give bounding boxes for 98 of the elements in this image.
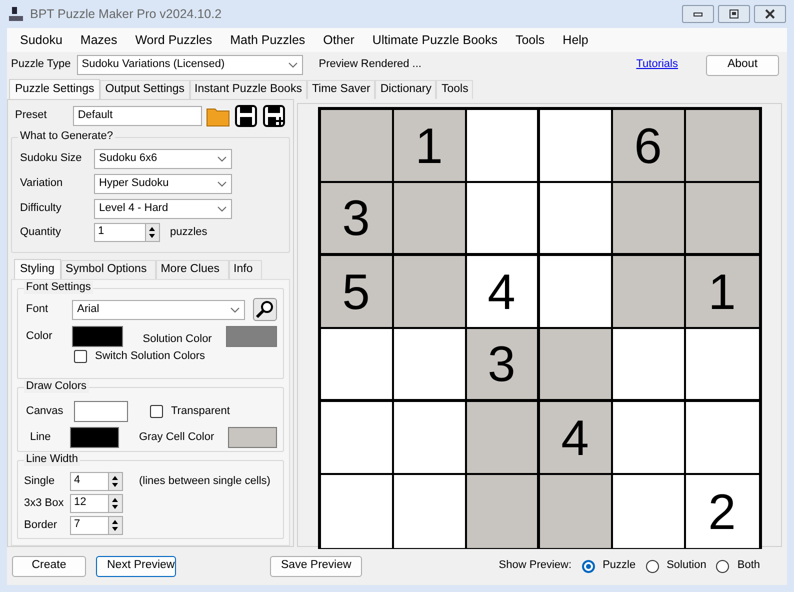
radio-label: Puzzle (602, 559, 636, 573)
tab[interactable]: Styling (14, 259, 61, 279)
grid-cell: 2 (686, 475, 758, 548)
number-field[interactable]: 4 (70, 472, 123, 492)
field-label: 3x3 Box (24, 497, 65, 510)
tab[interactable]: Puzzle Settings (9, 79, 100, 99)
color-swatch[interactable] (72, 326, 123, 347)
close-button[interactable] (754, 5, 786, 23)
group-title: Draw Colors (24, 380, 89, 394)
grid-cell: 1 (394, 110, 466, 183)
grid-cell: 3 (320, 183, 394, 256)
show-preview-label: Show Preview: (498, 559, 572, 573)
preset-label: Preset (15, 109, 48, 123)
spin-arrows-icon[interactable] (108, 495, 122, 512)
chevron-icon (217, 206, 227, 212)
close-icon (763, 8, 777, 20)
tab[interactable]: Info (228, 260, 262, 279)
grid-cell: 5 (320, 256, 394, 329)
menu-item[interactable]: Tools (506, 32, 554, 48)
radio-button[interactable] (716, 560, 730, 572)
field-label: Color (26, 330, 54, 344)
grid-cell: 4 (466, 256, 540, 329)
tab[interactable]: Time Saver (306, 80, 376, 99)
dropdown[interactable]: Level 4 - Hard (94, 199, 232, 219)
save-icon[interactable] (234, 105, 258, 127)
menu-item[interactable]: Help (554, 32, 598, 48)
preset-field[interactable]: Default (72, 106, 202, 126)
tutorials-link[interactable]: Tutorials (636, 58, 678, 72)
tab[interactable]: Instant Puzzle Books (190, 80, 307, 99)
unit-label: puzzles (170, 226, 208, 240)
menu-item[interactable]: Ultimate Puzzle Books (363, 32, 506, 48)
field-label: Font (26, 302, 50, 316)
number-field[interactable]: 12 (70, 494, 123, 514)
color-swatch[interactable] (74, 401, 128, 422)
quantity-label: Quantity (20, 226, 62, 240)
field-label: Single (24, 475, 56, 488)
radio-label: Both (737, 559, 760, 573)
field-label: Canvas (26, 405, 64, 418)
next-preview-button[interactable]: Next Preview (96, 556, 176, 576)
field-label: Variation (20, 177, 64, 191)
menu-item[interactable]: Math Puzzles (221, 32, 314, 48)
create-button[interactable]: Create (12, 556, 86, 576)
checkbox[interactable] (150, 405, 163, 418)
spin-arrows-icon[interactable] (108, 517, 122, 534)
tab[interactable]: Tools (436, 80, 474, 99)
save-preview-button[interactable]: Save Preview (270, 556, 362, 576)
field-label: Line (29, 431, 52, 444)
field-label: Solution Color (142, 332, 212, 346)
spin-arrows-icon[interactable] (145, 224, 159, 241)
color-swatch[interactable] (228, 427, 277, 448)
grid-cell: 4 (540, 402, 612, 475)
spin-arrows-icon[interactable] (108, 473, 122, 490)
window-title: BPT Puzzle Maker Pro v2024.10.2 (30, 6, 222, 22)
checkbox[interactable] (74, 350, 87, 364)
menu-item[interactable]: Other (314, 32, 364, 48)
puzzle-type-dropdown[interactable]: Sudoku Variations (Licensed) (76, 55, 303, 75)
quantity-field[interactable]: 1 (94, 223, 160, 242)
tab[interactable]: More Clues (156, 260, 229, 279)
grid-cell: 6 (612, 110, 686, 183)
color-swatch[interactable] (70, 427, 119, 448)
menu-item[interactable]: Mazes (71, 32, 126, 48)
minimize-button[interactable] (682, 5, 714, 23)
field-label: Sudoku Size (20, 152, 83, 166)
field-label: Border (24, 519, 58, 532)
save-as-icon[interactable] (262, 105, 286, 127)
chevron-icon (230, 306, 240, 312)
about-button[interactable]: About (706, 54, 779, 76)
chevron-icon (217, 181, 227, 187)
status-text: Preview Rendered ... (318, 58, 422, 72)
checkbox-label: Switch Solution Colors (95, 350, 206, 364)
field-label: Gray Cell Color (138, 431, 214, 444)
grid-cell: 1 (686, 256, 758, 329)
checkbox-label: Transparent (171, 405, 230, 418)
group-title: Line Width (24, 453, 80, 466)
radio-button[interactable] (646, 560, 659, 572)
chevron-icon (288, 62, 298, 68)
radio-label: Solution (666, 559, 706, 573)
tab[interactable]: Dictionary (375, 80, 436, 99)
app-logo-icon (8, 6, 24, 22)
search-icon[interactable] (253, 298, 277, 321)
tab[interactable]: Output Settings (100, 80, 190, 99)
chevron-icon (217, 156, 227, 162)
radio-button[interactable] (582, 560, 595, 572)
color-swatch[interactable] (226, 326, 277, 347)
grid-cell: 3 (466, 329, 540, 402)
menu-item[interactable]: Sudoku (11, 32, 72, 48)
puzzle-type-label: Puzzle Type (11, 58, 71, 72)
hint-text: (lines between single cells) (139, 475, 270, 488)
menu-item[interactable]: Word Puzzles (126, 32, 222, 48)
dropdown[interactable]: Sudoku 6x6 (94, 149, 232, 169)
maximize-button[interactable] (718, 5, 750, 23)
tab[interactable]: Symbol Options (60, 260, 156, 279)
font-dropdown[interactable]: Arial (72, 300, 245, 320)
dropdown[interactable]: Hyper Sudoku (94, 174, 232, 194)
group-title: Font Settings (24, 281, 93, 294)
number-field[interactable]: 7 (70, 516, 123, 536)
maximize-icon (727, 8, 741, 20)
field-label: Difficulty (20, 202, 62, 216)
